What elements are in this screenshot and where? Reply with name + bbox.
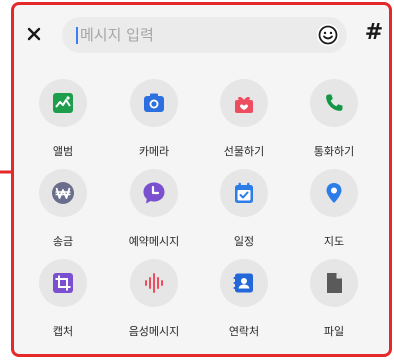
composer-bar: 메시지 입력 # (14, 5, 389, 63)
close-button[interactable] (22, 22, 46, 46)
camera-icon (144, 93, 164, 112)
phone-icon (326, 94, 343, 111)
call-label: 통화하기 (313, 145, 355, 158)
map-icon-circle (310, 169, 358, 217)
attachment-scheduled-message[interactable]: 예약메시지 (111, 169, 197, 259)
attachment-capture[interactable]: 캡처 (20, 259, 106, 349)
capture-icon-circle (39, 259, 87, 307)
attachment-voice-message[interactable]: 음성메시지 (111, 259, 197, 349)
message-placeholder: 메시지 입력 (80, 26, 154, 44)
smiley-icon (318, 25, 338, 45)
gift-icon-circle (220, 79, 268, 127)
attachment-panel: 메시지 입력 # 앨범 카메라 선물하기 통화하기 송금 예약메시지 일정 지도… (14, 5, 389, 354)
scheduled-message-icon-circle (130, 169, 178, 217)
camera-label: 카메라 (138, 145, 170, 158)
scheduled-message-label: 예약메시지 (128, 235, 180, 248)
gift-label: 선물하기 (223, 145, 265, 158)
file-icon-circle (310, 259, 358, 307)
album-label: 앨범 (52, 145, 74, 158)
won-currency-icon (52, 182, 74, 204)
attachment-gift[interactable]: 선물하기 (201, 79, 287, 169)
contact-icon-circle (220, 259, 268, 307)
text-caret (76, 27, 78, 44)
file-label: 파일 (323, 325, 345, 338)
contact-card-icon (233, 273, 253, 293)
emoji-button[interactable] (317, 24, 339, 46)
photo-album-icon (53, 93, 73, 113)
attachment-schedule[interactable]: 일정 (201, 169, 287, 259)
map-label: 지도 (323, 235, 345, 248)
call-icon-circle (310, 79, 358, 127)
attachment-camera[interactable]: 카메라 (111, 79, 197, 169)
schedule-icon-circle (220, 169, 268, 217)
file-icon (327, 273, 342, 293)
attachment-contact[interactable]: 연락처 (201, 259, 287, 349)
calendar-check-icon (235, 182, 253, 203)
transfer-icon-circle (39, 169, 87, 217)
message-input[interactable]: 메시지 입력 (62, 17, 347, 53)
hashtag-button[interactable]: # (362, 19, 386, 47)
stage: 메시지 입력 # 앨범 카메라 선물하기 통화하기 송금 예약메시지 일정 지도… (0, 0, 394, 362)
crop-icon (53, 273, 73, 293)
attachment-call[interactable]: 통화하기 (291, 79, 377, 169)
attachment-album[interactable]: 앨범 (20, 79, 106, 169)
camera-icon-circle (130, 79, 178, 127)
capture-label: 캡처 (52, 325, 74, 338)
contact-label: 연락처 (228, 325, 260, 338)
scheduled-message-icon (143, 182, 165, 204)
voice-message-icon-circle (130, 259, 178, 307)
transfer-label: 송금 (52, 235, 74, 248)
close-icon (27, 27, 41, 41)
schedule-label: 일정 (233, 235, 255, 248)
gift-icon (235, 96, 253, 113)
voice-message-label: 음성메시지 (128, 325, 180, 338)
attachment-transfer[interactable]: 송금 (20, 169, 106, 259)
attachment-file[interactable]: 파일 (291, 259, 377, 349)
attachment-map[interactable]: 지도 (291, 169, 377, 259)
map-pin-icon (326, 183, 342, 203)
album-icon-circle (39, 79, 87, 127)
voice-waveform-icon (145, 273, 163, 293)
